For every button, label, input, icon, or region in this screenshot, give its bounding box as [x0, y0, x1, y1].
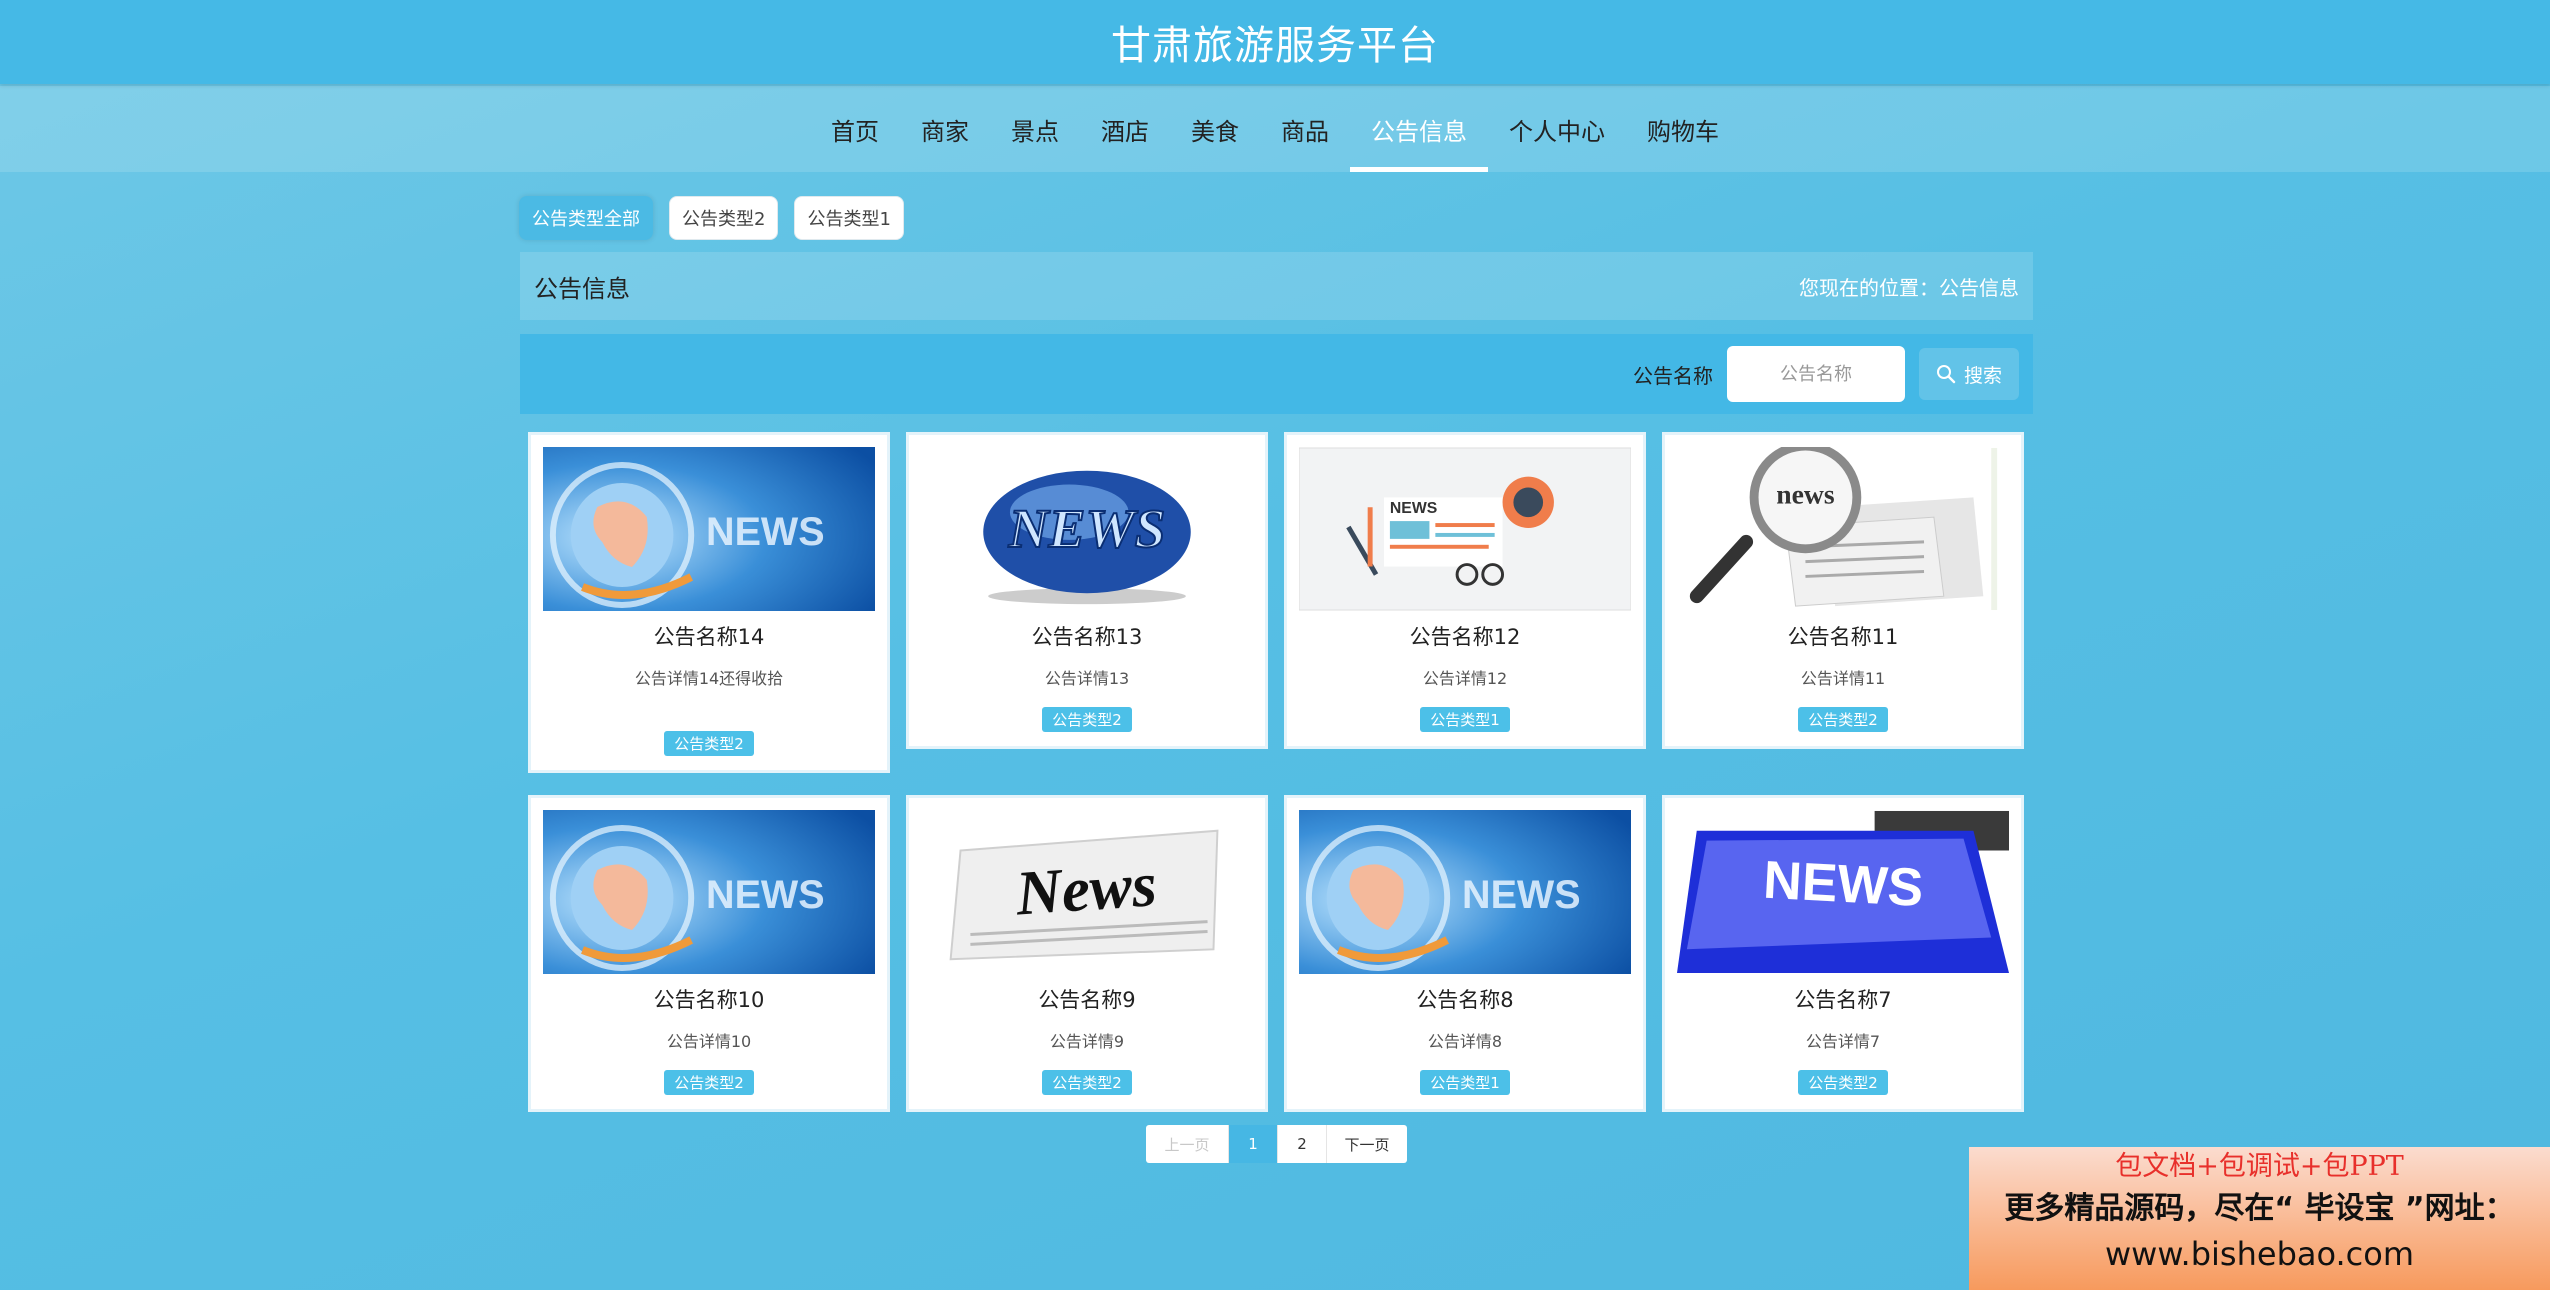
- card-description: 公告详情8: [1427, 1032, 1503, 1051]
- svg-text:NEWS: NEWS: [1762, 851, 1925, 918]
- promo-watermark: 包文档+包调试+包PPT 更多精品源码，尽在“ 毕设宝 ”网址： www.bis…: [1969, 1147, 2550, 1290]
- type-badge: 公告类型1: [1420, 707, 1510, 732]
- announcement-grid: NEWS 公告名称14 公告详情14还得收拾 公告类型2 NEWS 公告名称13…: [528, 432, 2026, 1112]
- svg-text:News: News: [1013, 849, 1159, 929]
- card-description: 公告详情11: [1800, 669, 1886, 688]
- svg-text:NEWS: NEWS: [706, 873, 825, 917]
- announcement-card[interactable]: NEWS 公告名称8 公告详情8 公告类型1: [1284, 795, 1646, 1112]
- card-title: 公告名称14: [653, 625, 765, 649]
- svg-text:NEWS: NEWS: [706, 510, 825, 554]
- news-magnifier-image: news: [1677, 447, 2009, 611]
- type-filters: 公告类型全部 公告类型2 公告类型1: [519, 196, 904, 240]
- announcement-card[interactable]: NEWS 公告名称12 公告详情12 公告类型1: [1284, 432, 1646, 749]
- svg-text:news: news: [1776, 478, 1835, 509]
- filter-type-2[interactable]: 公告类型2: [669, 196, 779, 240]
- prev-page-button[interactable]: 上一页: [1146, 1125, 1229, 1163]
- announcement-card[interactable]: News 公告名称9 公告详情9 公告类型2: [906, 795, 1268, 1112]
- search-button-label: 搜索: [1963, 364, 2002, 387]
- card-title: 公告名称9: [1038, 988, 1136, 1012]
- search-label: 公告名称: [1633, 363, 1713, 388]
- card-description: 公告详情14还得收拾: [634, 669, 784, 688]
- nav-item-personal-center[interactable]: 个人中心: [1488, 86, 1626, 172]
- nav-item-attractions[interactable]: 景点: [990, 86, 1080, 172]
- news-globe-image: NEWS: [543, 447, 875, 611]
- nav-item-merchants[interactable]: 商家: [900, 86, 990, 172]
- breadcrumb: 您现在的位置：公告信息: [1799, 275, 2019, 300]
- type-badge: 公告类型2: [664, 1070, 754, 1095]
- search-button[interactable]: 搜索: [1919, 348, 2019, 400]
- card-title: 公告名称12: [1409, 625, 1521, 649]
- newspaper-image: News: [921, 810, 1253, 974]
- news-globe-image: NEWS: [543, 810, 875, 974]
- nav-item-hotels[interactable]: 酒店: [1080, 86, 1170, 172]
- card-title: 公告名称7: [1794, 988, 1892, 1012]
- filter-all-types[interactable]: 公告类型全部: [519, 196, 653, 240]
- card-description: 公告详情7: [1805, 1032, 1881, 1051]
- announcement-card[interactable]: NEWS 公告名称10 公告详情10 公告类型2: [528, 795, 890, 1112]
- watermark-url: www.bishebao.com: [2104, 1235, 2415, 1273]
- nav-item-products[interactable]: 商品: [1260, 86, 1350, 172]
- site-title: 甘肃旅游服务平台: [1111, 23, 1439, 69]
- filter-type-1[interactable]: 公告类型1: [794, 196, 904, 240]
- announcement-card[interactable]: NEWS 公告名称13 公告详情13 公告类型2: [906, 432, 1268, 749]
- card-description: 公告详情12: [1422, 669, 1508, 688]
- card-title: 公告名称10: [653, 988, 765, 1012]
- svg-text:NEWS: NEWS: [1462, 873, 1581, 917]
- search-icon: [1936, 365, 1956, 384]
- nav-item-cart[interactable]: 购物车: [1626, 86, 1740, 172]
- svg-text:NEWS: NEWS: [1390, 500, 1437, 517]
- card-title: 公告名称13: [1031, 625, 1143, 649]
- watermark-line-1: 包文档+包调试+包PPT: [2115, 1151, 2404, 1182]
- watermark-line-2: 更多精品源码，尽在“ 毕设宝 ”网址：: [2004, 1191, 2515, 1226]
- pagination: 上一页 1 2 下一页: [1146, 1125, 1407, 1163]
- section-header: 公告信息 您现在的位置：公告信息: [520, 252, 2033, 320]
- news-keyboard-image: NEWS: [1677, 810, 2009, 974]
- type-badge: 公告类型2: [1798, 707, 1888, 732]
- card-title: 公告名称8: [1416, 988, 1514, 1012]
- svg-text:NEWS: NEWS: [1008, 498, 1166, 559]
- news-earth-image: NEWS: [921, 447, 1253, 611]
- nav-item-announcements[interactable]: 公告信息: [1350, 86, 1488, 172]
- page-button-1[interactable]: 1: [1229, 1125, 1278, 1163]
- type-badge: 公告类型2: [1798, 1070, 1888, 1095]
- news-paper-image: NEWS: [1299, 447, 1631, 611]
- card-title: 公告名称11: [1787, 625, 1899, 649]
- announcement-card[interactable]: NEWS 公告名称14 公告详情14还得收拾 公告类型2: [528, 432, 890, 773]
- type-badge: 公告类型1: [1420, 1070, 1510, 1095]
- news-globe-image: NEWS: [1299, 810, 1631, 974]
- type-badge: 公告类型2: [1042, 707, 1132, 732]
- site-header: 甘肃旅游服务平台: [0, 0, 2550, 84]
- next-page-button[interactable]: 下一页: [1327, 1125, 1407, 1163]
- nav-item-home[interactable]: 首页: [810, 86, 900, 172]
- nav-item-food[interactable]: 美食: [1170, 86, 1260, 172]
- type-badge: 公告类型2: [1042, 1070, 1132, 1095]
- search-input[interactable]: [1727, 346, 1905, 402]
- announcement-card[interactable]: news 公告名称11 公告详情11 公告类型2: [1662, 432, 2024, 749]
- type-badge: 公告类型2: [664, 731, 754, 756]
- section-title: 公告信息: [534, 274, 630, 303]
- announcement-card[interactable]: NEWS 公告名称7 公告详情7 公告类型2: [1662, 795, 2024, 1112]
- page-button-2[interactable]: 2: [1278, 1125, 1327, 1163]
- card-description: 公告详情13: [1044, 669, 1130, 688]
- card-description: 公告详情10: [666, 1032, 752, 1051]
- main-nav: 首页 商家 景点 酒店 美食 商品 公告信息 个人中心 购物车: [0, 86, 2550, 172]
- card-description: 公告详情9: [1049, 1032, 1125, 1051]
- search-bar: 公告名称 搜索: [520, 334, 2033, 414]
